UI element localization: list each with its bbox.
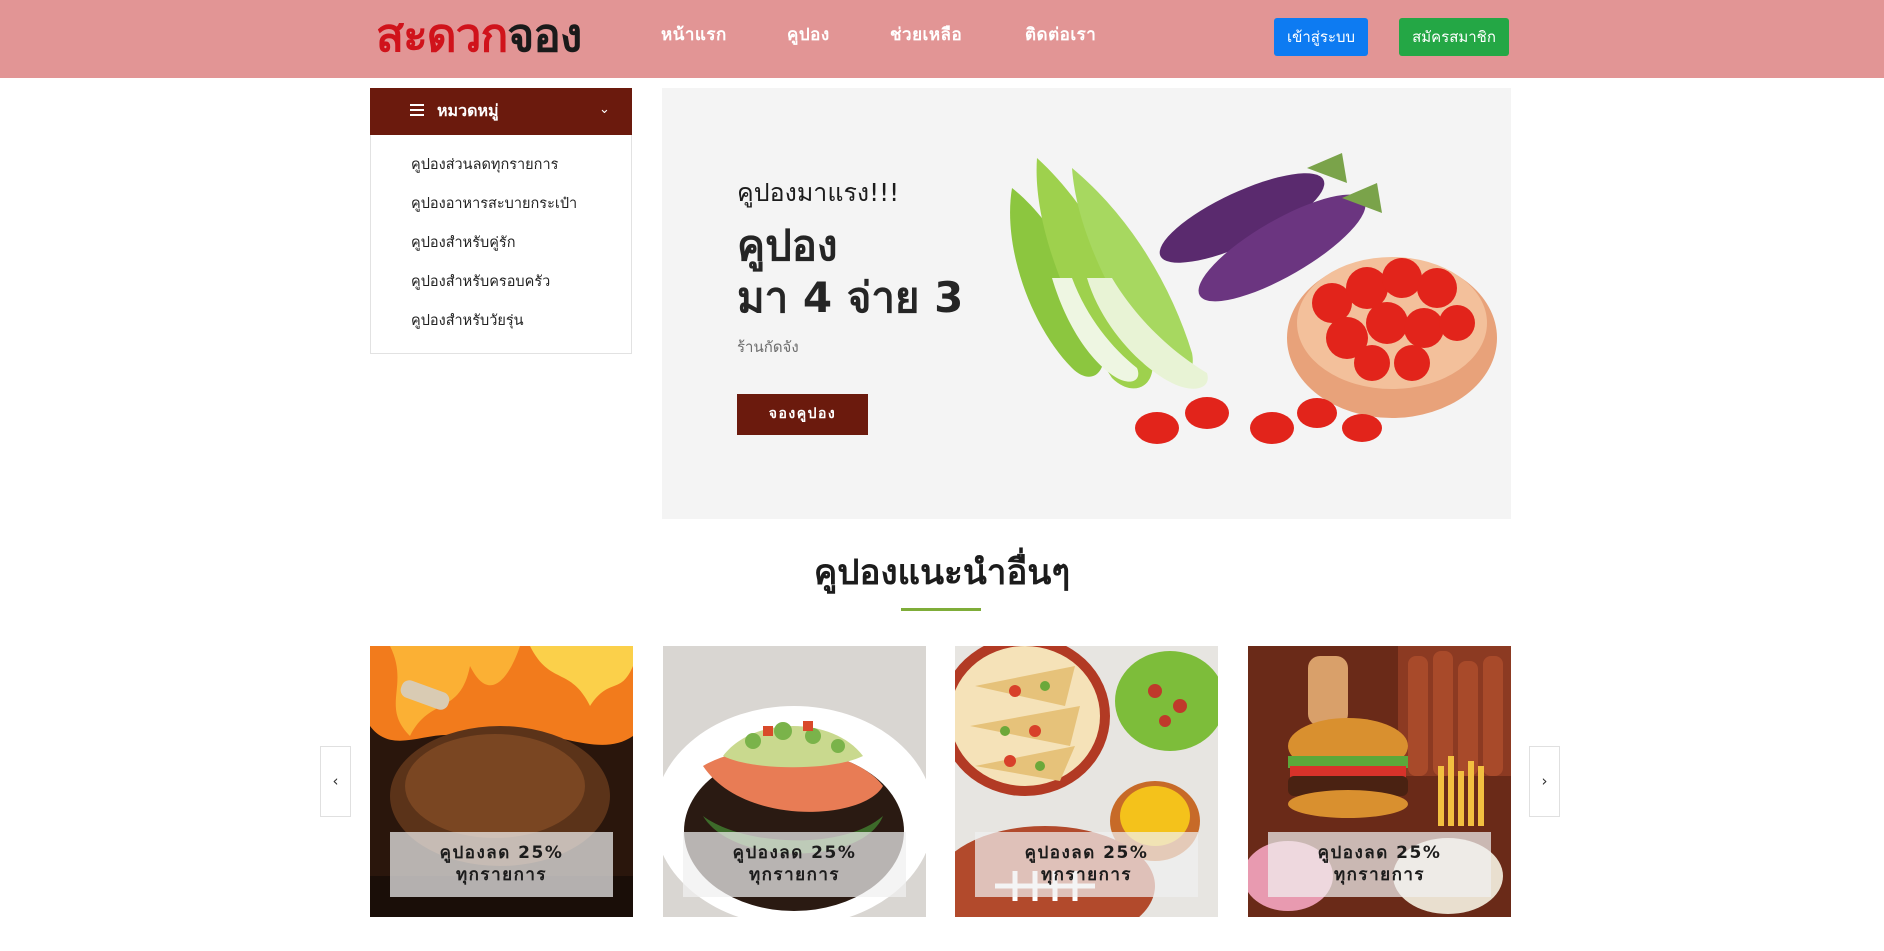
- coupon-card[interactable]: คูปองลด 25% ทุกรายการ: [663, 646, 926, 917]
- hero-banner: คูปองมาแรง!!! คูปอง มา 4 จ่าย 3 ร้านกัดจ…: [662, 88, 1511, 519]
- coupon-card-line1: คูปองลด 25%: [1024, 843, 1149, 863]
- top-header: สะดวกจอง หน้าแรก คูปอง ช่วยเหลือ ติดต่อเ…: [0, 0, 1884, 78]
- coupon-card-label: คูปองลด 25% ทุกรายการ: [1268, 832, 1491, 897]
- chevron-right-icon: ›: [1541, 772, 1548, 790]
- coupon-card-line1: คูปองลด 25%: [1317, 843, 1442, 863]
- hero-eyebrow: คูปองมาแรง!!!: [737, 178, 900, 207]
- coupon-card[interactable]: คูปองลด 25% ทุกรายการ: [955, 646, 1218, 917]
- nav-home[interactable]: หน้าแรก: [661, 24, 727, 46]
- coupon-card[interactable]: คูปองลด 25% ทุกรายการ: [1248, 646, 1511, 917]
- coupon-card[interactable]: คูปองลด 25% ทุกรายการ: [370, 646, 633, 917]
- signup-button[interactable]: สมัครสมาชิก: [1399, 18, 1509, 56]
- hero-headline-line1: คูปอง: [737, 221, 838, 270]
- category-item-budget-food[interactable]: คูปองอาหารสะบายกระเป๋า: [411, 194, 577, 233]
- hero-shop-name: ร้านกัดจัง: [737, 338, 799, 356]
- nav-help[interactable]: ช่วยเหลือ: [890, 24, 962, 46]
- title-underline: [901, 608, 981, 611]
- logo-text-part2: จอง: [507, 8, 582, 62]
- coupon-card-line2: ทุกรายการ: [455, 865, 548, 885]
- coupon-card-label: คูปองลด 25% ทุกรายการ: [683, 832, 906, 897]
- hamburger-menu-icon: [410, 104, 424, 116]
- coupon-card-line1: คูปองลด 25%: [732, 843, 857, 863]
- logo-text-part1: สะดวก: [376, 8, 508, 62]
- category-item-family[interactable]: คูปองสำหรับครอบครัว: [411, 272, 577, 311]
- coupon-card-line2: ทุกรายการ: [1333, 865, 1426, 885]
- coupon-card-label: คูปองลด 25% ทุกรายการ: [975, 832, 1198, 897]
- coupon-card-line2: ทุกรายการ: [748, 865, 841, 885]
- category-title: หมวดหมู่: [437, 101, 499, 120]
- carousel-prev-button[interactable]: ‹: [320, 746, 351, 817]
- coupon-card-line2: ทุกรายการ: [1040, 865, 1133, 885]
- chevron-left-icon: ‹: [332, 772, 339, 790]
- site-logo[interactable]: สะดวกจอง: [376, 6, 582, 64]
- category-item-couples[interactable]: คูปองสำหรับคู่รัก: [411, 233, 577, 272]
- coupon-card-label: คูปองลด 25% ทุกรายการ: [390, 832, 613, 897]
- category-toggle[interactable]: หมวดหมู่ ⌄: [370, 88, 632, 135]
- category-item-all-discount[interactable]: คูปองส่วนลดทุกรายการ: [411, 155, 577, 194]
- nav-coupon[interactable]: คูปอง: [787, 24, 830, 46]
- hero-headline-line2: มา 4 จ่าย 3: [737, 273, 964, 322]
- vegetables-image: [1010, 153, 1497, 444]
- coupon-card-line1: คูปองลด 25%: [439, 843, 564, 863]
- category-item-teens[interactable]: คูปองสำหรับวัยรุ่น: [411, 311, 577, 350]
- category-sidebar: หมวดหมู่ ⌄ คูปองส่วนลดทุกรายการ คูปองอาห…: [370, 88, 632, 354]
- nav-contact[interactable]: ติดต่อเรา: [1025, 24, 1096, 46]
- login-button[interactable]: เข้าสู่ระบบ: [1274, 18, 1368, 56]
- chevron-down-icon: ⌄: [599, 102, 610, 117]
- carousel-next-button[interactable]: ›: [1529, 746, 1560, 817]
- category-list: คูปองส่วนลดทุกรายการ คูปองอาหารสะบายกระเ…: [411, 155, 577, 350]
- book-coupon-button[interactable]: จองคูปอง: [737, 394, 868, 435]
- recommend-section-title: คูปองแนะนำอื่นๆ: [813, 553, 1071, 593]
